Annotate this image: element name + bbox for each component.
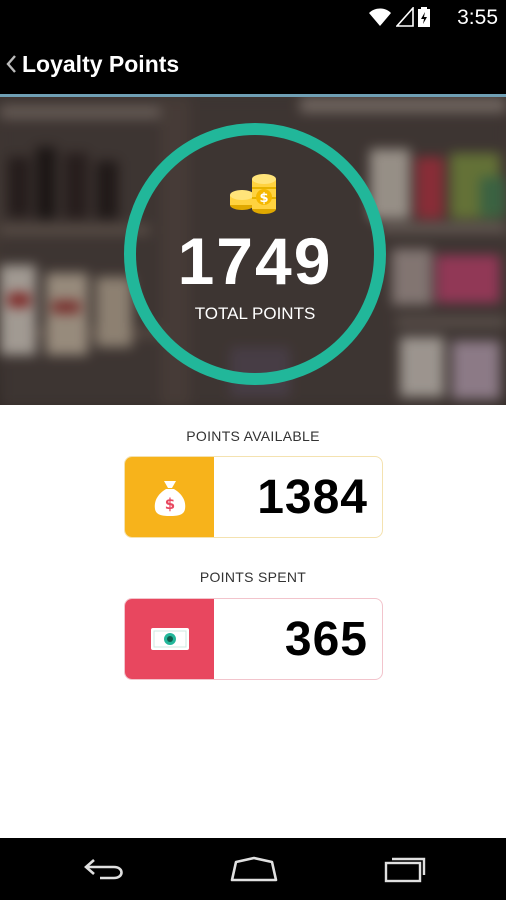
hero-banner: $ 1749 TOTAL POINTS [0,94,506,405]
signal-icon [396,7,414,27]
back-arrow-icon [84,859,123,880]
status-time: 3:55 [457,6,498,29]
status-bar: 3:55 [0,0,506,34]
points-spent-label: POINTS SPENT [199,569,307,585]
total-points-value: 1749 [177,224,333,298]
points-spent-card[interactable]: 365 [124,598,383,680]
points-available-value: 1384 [257,470,368,524]
points-spent-value: 365 [284,612,368,666]
back-chevron-icon[interactable] [4,52,18,76]
home-button[interactable] [226,853,282,885]
home-icon [230,856,278,882]
back-button[interactable] [76,853,132,885]
coins-icon: $ [230,174,276,214]
recent-apps-icon [384,857,426,883]
points-available-card[interactable]: $ 1384 [124,456,383,538]
app-bar: Loyalty Points [0,34,506,94]
total-points-label: TOTAL POINTS [194,304,316,323]
cash-bill-icon [125,599,214,679]
svg-text:$: $ [259,191,268,206]
page-title[interactable]: Loyalty Points [22,50,179,78]
status-icons [368,6,430,28]
money-bag-icon: $ [125,457,214,537]
recents-button[interactable] [376,853,432,885]
points-available-label: POINTS AVAILABLE [186,428,320,444]
navigation-bar [0,838,506,900]
wifi-icon [369,8,391,26]
svg-text:$: $ [164,495,174,513]
battery-icon [418,7,430,27]
